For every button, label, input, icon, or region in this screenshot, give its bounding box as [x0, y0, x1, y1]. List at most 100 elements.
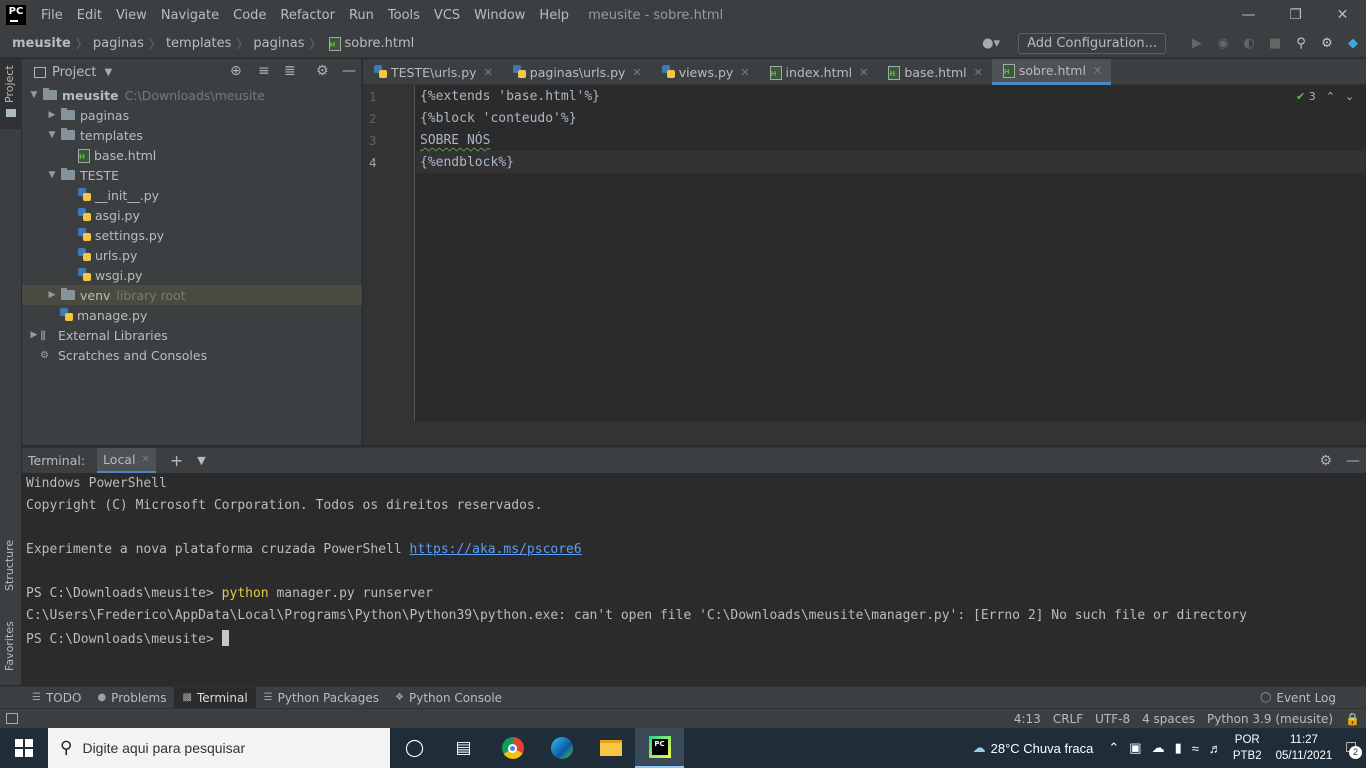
caret-position[interactable]: 4:13 [1008, 712, 1047, 726]
menu-edit[interactable]: Edit [70, 8, 109, 23]
breadcrumb-item[interactable]: paginas [253, 36, 304, 51]
terminal-link[interactable]: https://aka.ms/pscore6 [410, 542, 582, 557]
toggle-tool-windows-icon[interactable] [6, 713, 18, 724]
search-icon[interactable]: ⚲ [1288, 36, 1314, 51]
battery-icon[interactable]: ▮ [1175, 740, 1182, 756]
tree-item[interactable]: ⚙ Scratches and Consoles [22, 345, 362, 365]
clock[interactable]: 11:27 05/11/2021 [1276, 732, 1333, 764]
chevron-down-icon[interactable]: ▼ [46, 170, 58, 180]
expand-all-icon[interactable]: ≡ [258, 63, 270, 79]
wifi-icon[interactable]: ≈ [1192, 741, 1199, 756]
breadcrumb-item[interactable]: paginas [93, 36, 144, 51]
task-view-icon[interactable]: ▤ [439, 728, 488, 768]
taskbar-search[interactable]: ⚲ Digite aqui para pesquisar [48, 728, 390, 768]
inspection-widget[interactable]: ✔ 3 ⌃ ⌄ [1296, 90, 1354, 103]
close-icon[interactable]: ✕ [484, 66, 493, 79]
user-icon[interactable]: ●▾ [982, 36, 1010, 51]
todo-tool-button[interactable]: ☰ TODO [24, 687, 89, 709]
code-line[interactable]: {%extends 'base.html'%} [420, 89, 600, 104]
breadcrumb-item[interactable]: meusite [12, 36, 71, 51]
editor-tab[interactable]: TESTE\urls.py ✕ [363, 59, 502, 85]
chevron-down-icon[interactable]: ⌄ [1345, 90, 1354, 103]
jetbrains-logo-icon[interactable]: ◆ [1340, 36, 1366, 51]
menu-window[interactable]: Window [467, 8, 532, 23]
run-icon[interactable]: ▶ [1184, 36, 1210, 51]
tree-item[interactable]: manage.py [22, 305, 362, 325]
menu-file[interactable]: File [34, 8, 70, 23]
gear-icon[interactable]: ⚙ [316, 63, 329, 79]
tree-item[interactable]: ▶ paginas [22, 105, 362, 125]
python-interpreter[interactable]: Python 3.9 (meusite) [1201, 712, 1339, 726]
restore-button[interactable]: ❐ [1272, 0, 1319, 30]
minimize-button[interactable]: — [1225, 0, 1272, 30]
chevron-down-icon[interactable]: ▼ [104, 67, 112, 78]
chevron-down-icon[interactable]: ▼ [197, 454, 205, 467]
tree-item[interactable]: ▶ ||| External Libraries [22, 325, 362, 345]
close-icon[interactable]: ✕ [974, 66, 983, 79]
python-packages-tool-button[interactable]: ☰ Python Packages [256, 687, 387, 709]
indent-setting[interactable]: 4 spaces [1136, 712, 1201, 726]
close-icon[interactable]: ✕ [632, 66, 641, 79]
tree-item[interactable]: ▼ meusite C:\Downloads\meusite [22, 85, 362, 105]
close-icon[interactable]: ✕ [740, 66, 749, 79]
editor-tab[interactable]: views.py ✕ [651, 59, 759, 85]
code-line[interactable]: SOBRE NÓS [420, 133, 490, 148]
close-icon[interactable]: ✕ [141, 454, 149, 465]
tree-item[interactable]: base.html [22, 145, 362, 165]
tree-item[interactable]: __init__.py [22, 185, 362, 205]
close-icon[interactable]: ✕ [859, 66, 868, 79]
device-icon[interactable]: ▣ [1129, 740, 1141, 756]
tree-item[interactable]: ▼ TESTE [22, 165, 362, 185]
tree-item[interactable]: settings.py [22, 225, 362, 245]
menu-tools[interactable]: Tools [381, 8, 427, 23]
editor-tab[interactable]: paginas\urls.py ✕ [502, 59, 651, 85]
onedrive-icon[interactable]: ☁ [1152, 740, 1165, 756]
breadcrumb-item[interactable]: sobre.html [345, 36, 415, 51]
close-window-button[interactable]: ✕ [1319, 0, 1366, 30]
chevron-up-icon[interactable]: ⌃ [1326, 90, 1335, 103]
language-indicator[interactable]: POR PTB2 [1233, 732, 1262, 764]
breadcrumb-item[interactable]: templates [166, 36, 231, 51]
menu-view[interactable]: View [109, 8, 154, 23]
chevron-down-icon[interactable]: ▼ [46, 130, 58, 140]
weather-icon[interactable]: ☁ [973, 740, 986, 756]
add-configuration-button[interactable]: Add Configuration... [1018, 33, 1166, 54]
add-icon[interactable]: + [170, 451, 183, 470]
code-line[interactable]: {%block 'conteudo'%} [420, 111, 577, 126]
locate-icon[interactable]: ⊕ [230, 63, 242, 79]
terminal-tab-local[interactable]: Local ✕ [97, 447, 156, 474]
chevron-up-icon[interactable]: ⌃ [1108, 740, 1119, 756]
menu-navigate[interactable]: Navigate [154, 8, 226, 23]
project-view-selector[interactable]: Project [52, 65, 96, 80]
gear-icon[interactable]: ⚙ [1319, 453, 1332, 469]
menu-code[interactable]: Code [226, 8, 273, 23]
collapse-all-icon[interactable]: ≣ [284, 63, 296, 79]
problems-tool-button[interactable]: ● Problems [89, 687, 174, 709]
hide-icon[interactable]: — [1346, 453, 1360, 469]
hide-icon[interactable]: — [342, 63, 356, 79]
pycharm-taskbar-icon[interactable]: PC [635, 728, 684, 768]
tree-item[interactable]: asgi.py [22, 205, 362, 225]
tree-item[interactable]: ▶ venv library root [22, 285, 362, 305]
cortana-icon[interactable]: ◯ [390, 728, 439, 768]
tree-item[interactable]: wsgi.py [22, 265, 362, 285]
file-explorer-icon[interactable] [586, 728, 635, 768]
chevron-down-icon[interactable]: ▼ [28, 90, 40, 100]
chevron-right-icon[interactable]: ▶ [28, 330, 40, 340]
python-console-tool-button[interactable]: ❖ Python Console [387, 687, 510, 709]
favorites-stripe-label[interactable]: Favorites [3, 621, 16, 671]
chrome-icon[interactable] [488, 728, 537, 768]
menu-vcs[interactable]: VCS [427, 8, 467, 23]
lock-icon[interactable]: 🔒 [1339, 712, 1366, 726]
terminal-tool-button[interactable]: ▩ Terminal [174, 686, 256, 709]
volume-icon[interactable]: ♬ [1209, 741, 1222, 756]
edge-icon[interactable] [537, 728, 586, 768]
editor-tab[interactable]: base.html ✕ [877, 59, 991, 85]
file-encoding[interactable]: UTF-8 [1089, 712, 1136, 726]
event-log-button[interactable]: ◯ Event Log [1252, 687, 1344, 709]
code-line[interactable]: {%endblock%} [420, 155, 514, 170]
editor-tab[interactable]: sobre.html ✕ [991, 59, 1112, 85]
pycharm-logo-icon[interactable]: PC [6, 5, 26, 25]
notification-icon[interactable]: □2 [1346, 739, 1362, 759]
line-separator[interactable]: CRLF [1047, 712, 1089, 726]
